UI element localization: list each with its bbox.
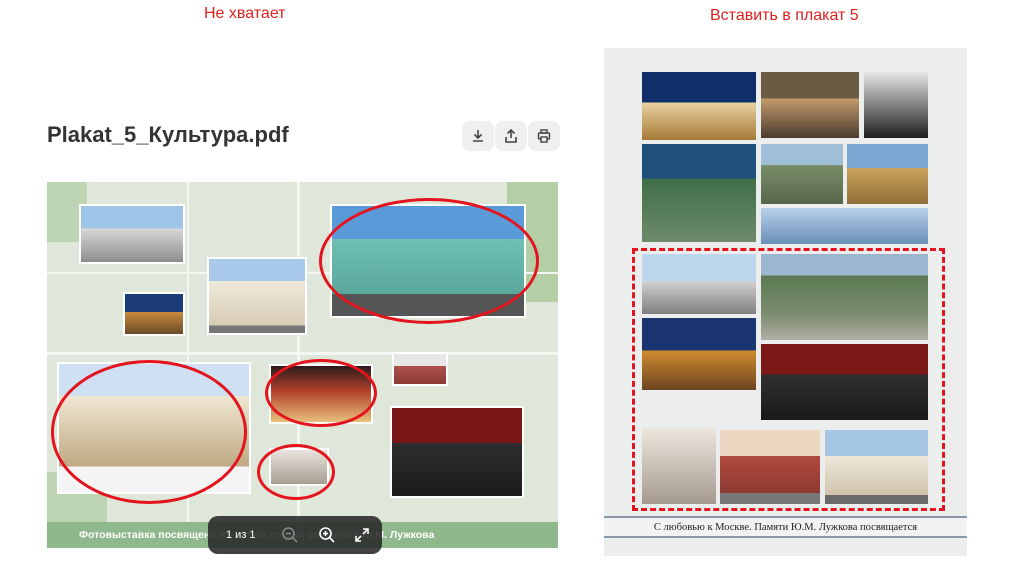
poster-photo-fountain [847,144,928,204]
poster-photo-manege [642,72,756,140]
insert-region-outline [632,248,945,511]
zoom-in-icon [319,527,335,543]
zoom-in-button[interactable] [315,523,339,547]
document-title: Plakat_5_Культура.pdf [47,122,289,147]
poster-photo-skyline [761,208,928,244]
poster-photo-park-aerial [761,144,843,204]
fullscreen-button[interactable] [350,523,374,547]
page-controls: 1 из 1 [208,516,382,554]
poster-photo-square [642,144,756,242]
highlight-circle [319,198,539,324]
print-icon [537,129,551,143]
zoom-out-button[interactable] [278,523,302,547]
photo-white-building [207,257,307,335]
poster-photo-group [761,72,859,138]
map-road [47,352,558,355]
photo-night-facade [123,292,185,336]
poster-preview: С любовью к Москве. Памяти Ю.М. Лужкова … [604,48,967,556]
photo-circus [79,204,185,264]
fullscreen-icon [355,528,369,542]
poster-photo-monument [864,72,928,138]
highlight-circle [257,444,335,500]
annotation-missing: Не хватает [204,5,286,22]
share-button[interactable] [495,121,527,151]
print-button[interactable] [528,121,560,151]
highlight-circle [265,359,377,427]
pdf-page-preview[interactable]: Фотовыставка посвящена 85-летию со дня р… [47,182,558,548]
zoom-out-icon [282,527,298,543]
poster-footer: С любовью к Москве. Памяти Ю.М. Лужкова … [604,516,967,538]
photo-ceremony [390,406,524,498]
download-icon [473,130,483,142]
highlight-circle [51,360,247,504]
download-button[interactable] [462,121,494,151]
page-counter: 1 из 1 [226,529,256,541]
share-icon [505,129,517,143]
photo-small-building [392,352,448,386]
annotation-insert: Вставить в плакат 5 [710,7,859,24]
